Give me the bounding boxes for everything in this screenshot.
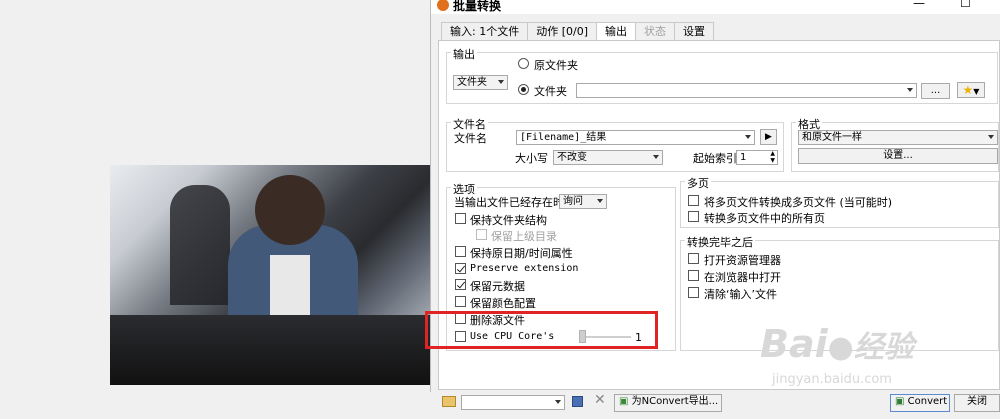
multipage-all-pages-label: 转换多页文件中的所有页: [704, 212, 825, 225]
keep-date-checkbox[interactable]: [455, 246, 466, 257]
minimize-icon[interactable]: —: [913, 0, 925, 10]
multipage-convert-checkbox[interactable]: [688, 195, 699, 206]
output-group-label: 输出: [451, 46, 477, 62]
convert-label: Convert: [907, 396, 948, 407]
exists-label: 当输出文件已经存在时: [454, 196, 564, 209]
tab-bar: 输入: 1个文件 动作 [0/0] 输出 状态 设置: [441, 22, 714, 42]
preset-combo[interactable]: [461, 395, 565, 410]
export-nconvert-button[interactable]: ▣ 为NConvert导出...: [614, 394, 722, 412]
filename-combo[interactable]: [Filename]_结果: [516, 130, 755, 145]
chevron-down-icon: [988, 135, 994, 139]
open-explorer-checkbox[interactable]: [688, 253, 699, 264]
after-conversion-group-label: 转换完毕之后: [685, 234, 755, 250]
format-settings-button[interactable]: 设置...: [798, 148, 998, 164]
format-value: 和原文件一样: [802, 132, 862, 143]
exists-combo[interactable]: 询问: [559, 194, 607, 209]
export-nconvert-label: 为NConvert导出...: [631, 396, 719, 407]
multipage-all-pages-checkbox[interactable]: [688, 211, 699, 222]
keep-folder-structure-label: 保持文件夹结构: [470, 214, 547, 227]
app-icon: [437, 0, 449, 11]
keep-parent-dir-checkbox: [476, 229, 487, 240]
start-index-value: 1: [740, 152, 747, 163]
start-index-label: 起始索引: [693, 152, 737, 165]
preserve-extension-checkbox[interactable]: [455, 263, 466, 274]
chevron-down-icon: [653, 155, 659, 159]
case-label: 大小写: [515, 152, 548, 165]
spinner-arrows-icon: ▲ ▼: [770, 150, 775, 164]
keep-metadata-checkbox[interactable]: [455, 279, 466, 290]
export-icon: ▣: [619, 396, 629, 407]
case-value: 不改变: [557, 152, 587, 163]
keep-parent-dir-label: 保留上级目录: [491, 230, 557, 243]
play-icon: ▶: [765, 132, 772, 142]
folder-type-value: 文件夹: [457, 77, 487, 88]
multipage-group-label: 多页: [685, 175, 711, 191]
exists-value: 询问: [563, 196, 583, 207]
chevron-down-icon: [745, 135, 751, 139]
multipage-convert-label: 将多页文件转换成多页文件 (当可能时): [704, 196, 893, 209]
tab-settings[interactable]: 设置: [674, 22, 714, 41]
output-path-combo[interactable]: [576, 83, 917, 98]
maximize-icon[interactable]: ☐: [960, 0, 971, 10]
format-combo[interactable]: 和原文件一样: [798, 130, 998, 145]
start-index-spinner[interactable]: 1 ▲ ▼: [736, 150, 778, 165]
filename-label: 文件名: [454, 132, 487, 145]
browse-button[interactable]: ...: [921, 83, 950, 99]
clear-input-label: 清除‘输入’文件: [704, 288, 777, 301]
clear-input-checkbox[interactable]: [688, 287, 699, 298]
delete-icon[interactable]: ✕: [594, 392, 606, 408]
watermark-brand: Bai: [760, 322, 828, 366]
case-combo[interactable]: 不改变: [553, 150, 663, 165]
radio-folder[interactable]: [518, 84, 529, 95]
filename-macro-button[interactable]: ▶: [760, 129, 777, 145]
favorites-button[interactable]: ★▼: [957, 82, 985, 98]
keep-date-label: 保持原日期/时间属性: [470, 247, 573, 260]
chevron-down-icon: [555, 400, 561, 404]
radio-original-label: 原文件夹: [534, 59, 578, 72]
baidu-watermark: Bai●经验: [760, 322, 914, 366]
keep-color-profile-label: 保留颜色配置: [470, 297, 536, 310]
tab-actions[interactable]: 动作 [0/0]: [527, 22, 597, 41]
radio-original-folder[interactable]: [518, 58, 529, 69]
open-browser-label: 在浏览器中打开: [704, 271, 781, 284]
open-browser-checkbox[interactable]: [688, 270, 699, 281]
keep-metadata-label: 保留元数据: [470, 280, 525, 293]
chevron-down-icon: [597, 199, 603, 203]
chevron-down-icon: [498, 80, 504, 84]
filename-value: [Filename]_结果: [520, 132, 607, 143]
window-title: 批量转换: [453, 0, 502, 13]
tab-output[interactable]: 输出: [596, 22, 636, 42]
watermark-brand2: 经验: [853, 330, 914, 365]
save-icon[interactable]: [572, 396, 583, 407]
bottom-toolbar: ✕ ▣ 为NConvert导出... ▣ Convert 关闭: [430, 392, 1000, 419]
paw-icon: ●: [827, 330, 854, 365]
chevron-down-icon: ▼: [973, 87, 980, 96]
tab-status: 状态: [635, 22, 675, 41]
close-button[interactable]: 关闭: [954, 394, 1000, 412]
radio-folder-label: 文件夹: [534, 85, 567, 98]
open-explorer-label: 打开资源管理器: [704, 254, 781, 267]
folder-icon[interactable]: [442, 396, 456, 407]
watermark-url: jingyan.baidu.com: [772, 372, 892, 387]
folder-type-combo[interactable]: 文件夹: [453, 75, 508, 90]
chevron-down-icon: [907, 88, 913, 92]
dj-photo: [110, 165, 430, 385]
preserve-extension-label: Preserve extension: [470, 263, 579, 274]
tab-input[interactable]: 输入: 1个文件: [441, 22, 529, 41]
convert-button[interactable]: ▣ Convert: [890, 394, 950, 412]
title-bar: 批量转换 — ☐: [431, 0, 1000, 14]
keep-folder-structure-checkbox[interactable]: [455, 213, 466, 224]
star-icon: ★: [962, 83, 974, 97]
keep-color-profile-checkbox[interactable]: [455, 296, 466, 307]
convert-icon: ▣: [895, 396, 905, 407]
highlight-box: [425, 311, 658, 349]
